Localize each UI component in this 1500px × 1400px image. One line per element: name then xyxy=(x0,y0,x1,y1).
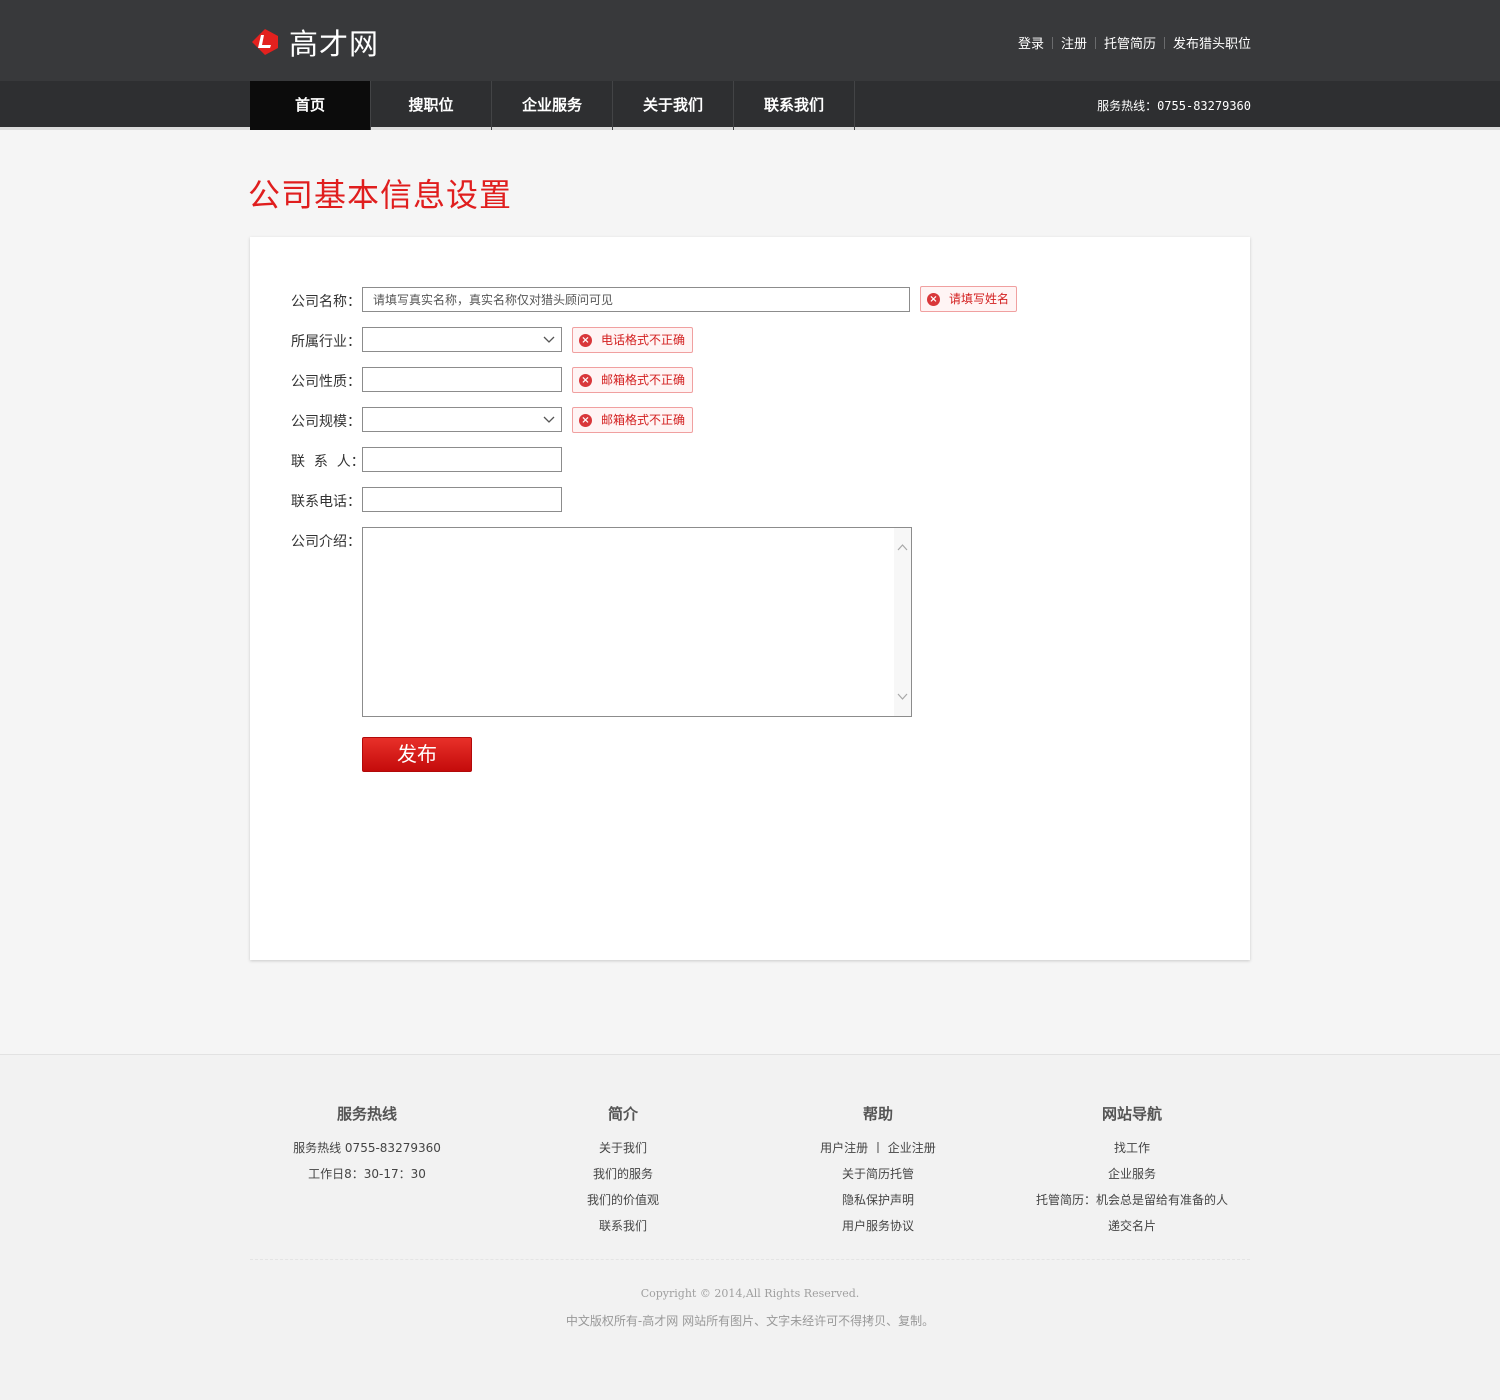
textarea-scrollbar[interactable] xyxy=(894,528,911,716)
footer-link-privacy[interactable]: 隐私保护声明 xyxy=(842,1193,914,1207)
error-text: 邮箱格式不正确 xyxy=(601,413,686,427)
footer-hotline-text: 服务热线 0755-83279360 xyxy=(293,1141,441,1155)
logo-icon xyxy=(252,29,278,55)
phone-label: 联系电话： xyxy=(291,494,361,510)
scale-select[interactable] xyxy=(362,407,562,432)
top-links: 登录 注册 托管简历 发布猎头职位 xyxy=(1018,33,1251,52)
nav-about-us[interactable]: 关于我们 xyxy=(613,81,734,130)
footer-col-title: 网站导航 xyxy=(1101,1105,1162,1123)
nav-contact-us[interactable]: 联系我们 xyxy=(734,81,855,130)
site-logo[interactable]: 高才网 xyxy=(249,24,380,61)
footer-col-title: 帮助 xyxy=(862,1105,893,1123)
intro-textarea[interactable] xyxy=(362,527,912,717)
footer-link-hosted-resume[interactable]: 托管简历：机会总是留给有准备的人 xyxy=(1036,1193,1228,1207)
footer-link-resume-hosting[interactable]: 关于简历托管 xyxy=(842,1167,914,1181)
footer-hours-text: 工作日8：30-17：30 xyxy=(308,1167,426,1181)
divider xyxy=(1094,36,1096,49)
page-title: 公司基本信息设置 xyxy=(248,176,513,214)
footer-link-register[interactable]: 用户注册 丨 企业注册 xyxy=(820,1141,936,1155)
error-text: 邮箱格式不正确 xyxy=(601,373,686,387)
footer-link-contact[interactable]: 联系我们 xyxy=(599,1219,647,1233)
scale-label: 公司规模： xyxy=(291,414,361,430)
contact-label: 联 系 人： xyxy=(291,454,365,470)
footer-link-business-card[interactable]: 递交名片 xyxy=(1108,1219,1156,1233)
divider xyxy=(1163,36,1165,49)
error-text: 电话格式不正确 xyxy=(601,333,686,347)
company-name-label: 公司名称： xyxy=(291,294,361,310)
footer-col-hotline: 服务热线 服务热线 0755-83279360 工作日8：30-17：30 xyxy=(247,1103,487,1190)
top-header: 高才网 登录 注册 托管简历 发布猎头职位 xyxy=(0,0,1500,81)
contact-input[interactable] xyxy=(362,447,562,472)
footer-col-title: 服务热线 xyxy=(336,1105,397,1123)
resume-hosting-link[interactable]: 托管简历 xyxy=(1104,33,1156,52)
main-nav: 首页 搜职位 企业服务 关于我们 联系我们 xyxy=(0,81,1500,130)
error-icon: × xyxy=(927,293,940,306)
footer-col-title: 简介 xyxy=(607,1105,638,1123)
industry-label: 所属行业： xyxy=(291,334,361,350)
phone-input[interactable] xyxy=(362,487,562,512)
publish-button[interactable]: 发布 xyxy=(362,737,472,772)
company-name-error: × 请填写姓名 xyxy=(920,286,1018,312)
company-name-input[interactable] xyxy=(362,287,910,312)
nav-enterprise-services[interactable]: 企业服务 xyxy=(492,81,613,130)
nav-search-jobs[interactable]: 搜职位 xyxy=(371,81,492,130)
footer-link-agreement[interactable]: 用户服务协议 xyxy=(842,1219,914,1233)
footer-link-find-job[interactable]: 找工作 xyxy=(1114,1141,1150,1155)
footer-link-values[interactable]: 我们的价值观 xyxy=(587,1193,659,1207)
nature-error: × 邮箱格式不正确 xyxy=(572,367,694,393)
scroll-down-icon[interactable] xyxy=(897,691,908,702)
nature-input[interactable] xyxy=(362,367,562,392)
error-icon: × xyxy=(579,414,592,427)
nature-label: 公司性质： xyxy=(291,374,361,390)
industry-error: × 电话格式不正确 xyxy=(572,327,694,353)
login-link[interactable]: 登录 xyxy=(1018,33,1044,52)
footer-col-sitenav: 网站导航 找工作 企业服务 托管简历：机会总是留给有准备的人 递交名片 xyxy=(1012,1103,1252,1242)
industry-select[interactable] xyxy=(362,327,562,352)
footer-link-services[interactable]: 我们的服务 xyxy=(593,1167,653,1181)
chevron-down-icon xyxy=(543,416,555,423)
register-link[interactable]: 注册 xyxy=(1061,33,1087,52)
error-icon: × xyxy=(579,374,592,387)
chevron-down-icon xyxy=(543,336,555,343)
brand-name: 高才网 xyxy=(289,27,380,61)
copyright-notice: 中文版权所有-高才网 网站所有图片、文字未经许可不得拷贝、复制。 xyxy=(565,1314,935,1328)
intro-label: 公司介绍： xyxy=(291,534,361,550)
copyright: Copyright © 2014,All Rights Reserved. xyxy=(640,1287,860,1300)
footer xyxy=(0,1054,1500,1400)
post-job-link[interactable]: 发布猎头职位 xyxy=(1173,33,1251,52)
footer-link-enterprise[interactable]: 企业服务 xyxy=(1108,1167,1156,1181)
nav-hotline: 服务热线：0755-83279360 xyxy=(1097,99,1251,113)
footer-col-intro: 简介 关于我们 我们的服务 我们的价值观 联系我们 xyxy=(503,1103,743,1242)
scroll-up-icon[interactable] xyxy=(897,542,908,553)
error-icon: × xyxy=(579,334,592,347)
divider xyxy=(1051,36,1053,49)
footer-col-help: 帮助 用户注册 丨 企业注册 关于简历托管 隐私保护声明 用户服务协议 xyxy=(758,1103,998,1242)
footer-divider xyxy=(250,1259,1250,1260)
scale-error: × 邮箱格式不正确 xyxy=(572,407,694,433)
nav-home[interactable]: 首页 xyxy=(250,81,371,130)
footer-link-about[interactable]: 关于我们 xyxy=(599,1141,647,1155)
error-text: 请填写姓名 xyxy=(949,292,1010,306)
